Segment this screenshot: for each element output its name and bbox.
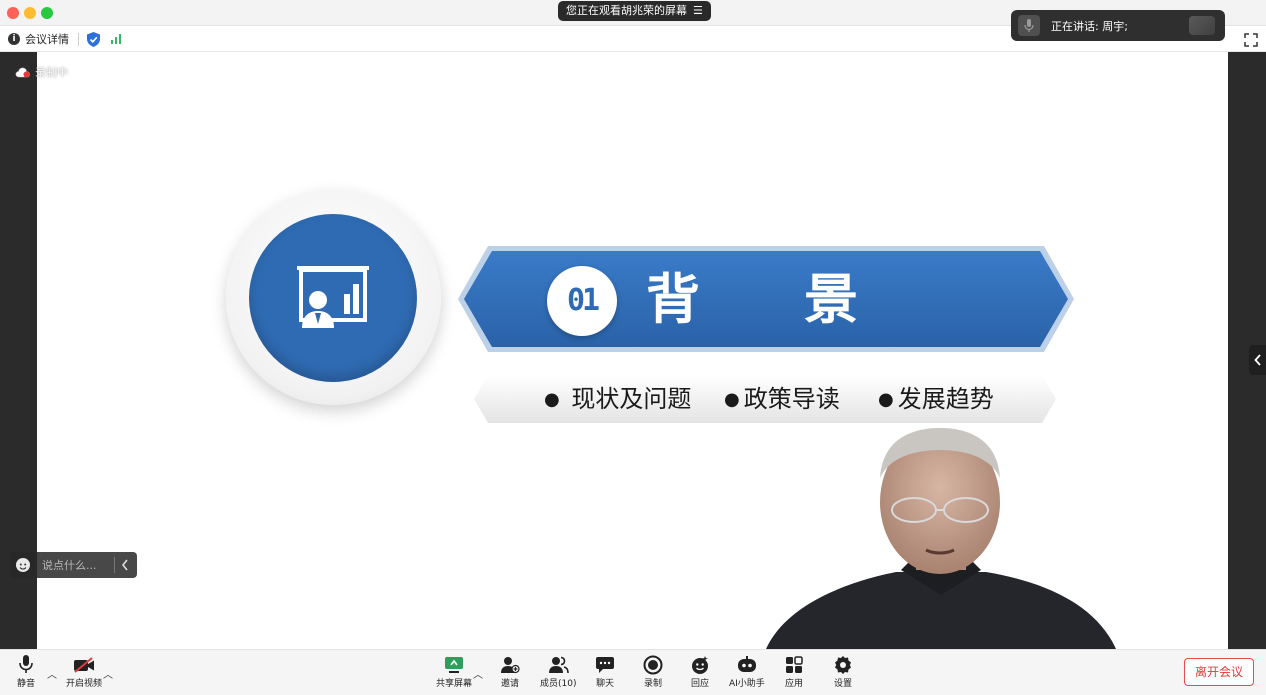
divider [78,33,79,46]
minimize-window-button[interactable] [24,7,36,19]
active-speaker-toast: 正在讲话: 周宇; [1011,10,1225,41]
mute-button[interactable]: 静音 [17,654,35,690]
add-user-icon [500,654,520,676]
emoji-icon[interactable] [10,552,36,578]
chat-quick-input[interactable]: 说点什么... [10,552,137,578]
mute-label: 静音 [17,679,36,689]
microphone-icon [19,654,33,676]
chat-label: 聊天 [595,679,614,689]
share-screen-button[interactable]: 共享屏幕 [436,654,472,690]
section-title-char-2: 景 [804,268,858,331]
section-title-char-1: 背 [646,268,700,331]
share-screen-icon [444,654,464,676]
ai-assistant-button[interactable]: AI小助手 [729,654,765,690]
video-label: 开启视频 [66,679,103,689]
divider [114,557,115,573]
recording-label: 录制中 [35,66,68,79]
expand-panel-button[interactable] [1249,345,1266,375]
share-label: 共享屏幕 [436,679,473,689]
section-number: 01 [566,283,600,318]
apps-button[interactable]: 应用 [785,654,803,690]
share-options-chevron-icon[interactable]: ︿ [473,666,483,681]
zoom-window-button[interactable] [41,7,53,19]
fullscreen-icon[interactable] [1244,32,1258,51]
gear-icon [833,654,853,676]
signal-bars-icon[interactable] [111,34,121,44]
record-icon [643,654,663,676]
chat-button[interactable]: 聊天 [595,654,615,690]
start-video-button[interactable]: 开启视频 [66,654,102,690]
topic-item: ● 发展趋势 [878,385,994,413]
shield-check-icon[interactable] [87,32,100,51]
ai-label: AI小助手 [729,679,765,689]
invite-label: 邀请 [500,679,519,689]
settings-button[interactable]: 设置 [833,654,853,690]
chat-bubble-icon [595,654,615,676]
info-icon: i [8,33,20,45]
record-button[interactable]: 录制 [643,654,663,690]
reactions-label: 回应 [690,679,709,689]
record-label: 录制 [643,679,662,689]
speaking-label: 正在讲话: 周宇; [1051,20,1128,33]
presentation-board-icon [297,266,369,328]
settings-label: 设置 [833,679,852,689]
recording-indicator[interactable]: 录制中 [15,64,68,80]
screen-share-indicator[interactable]: 您正在观看胡兆荣的屏幕 ☰ [558,1,711,21]
topic-item: ● 政策导读 [724,385,840,413]
audio-options-chevron-icon[interactable]: ︿ [47,666,57,681]
meeting-toolbar: 静音 ︿ 开启视频 ︿ 共享屏幕 ︿ 邀请 成员(10) 聊天 录制 回应 AI… [0,649,1266,695]
video-options-chevron-icon[interactable]: ︿ [103,666,113,681]
speaker-video [766,420,1116,649]
members-button[interactable]: 成员(10) [540,654,576,690]
members-label: 成员(10) [540,679,577,689]
collapse-chat-icon[interactable] [121,556,129,575]
close-window-button[interactable] [7,7,19,19]
leave-meeting-button[interactable]: 离开会议 [1184,658,1254,686]
meeting-details-label: 会议详情 [25,33,69,46]
robot-icon [736,654,758,676]
apps-label: 应用 [785,679,804,689]
sharing-label: 您正在观看胡兆荣的屏幕 [566,4,687,17]
apps-grid-icon [785,654,803,676]
cloud-record-icon [15,67,30,78]
list-menu-icon: ☰ [693,4,703,17]
chat-input-placeholder[interactable]: 说点什么... [42,557,108,573]
video-off-icon [73,654,95,676]
invite-button[interactable]: 邀请 [500,654,520,690]
speaker-thumbnail [1189,16,1215,35]
reactions-button[interactable]: 回应 [690,654,710,690]
microphone-icon [1018,15,1040,36]
meeting-details-button[interactable]: i 会议详情 [8,30,69,48]
reaction-emoji-icon [690,654,710,676]
topic-item: ● 现状及问题 [544,385,692,413]
people-icon [547,654,570,676]
topics-list: ● 现状及问题 ● 政策导读 ● 发展趋势 [474,382,1056,416]
icon-badge [249,214,417,382]
